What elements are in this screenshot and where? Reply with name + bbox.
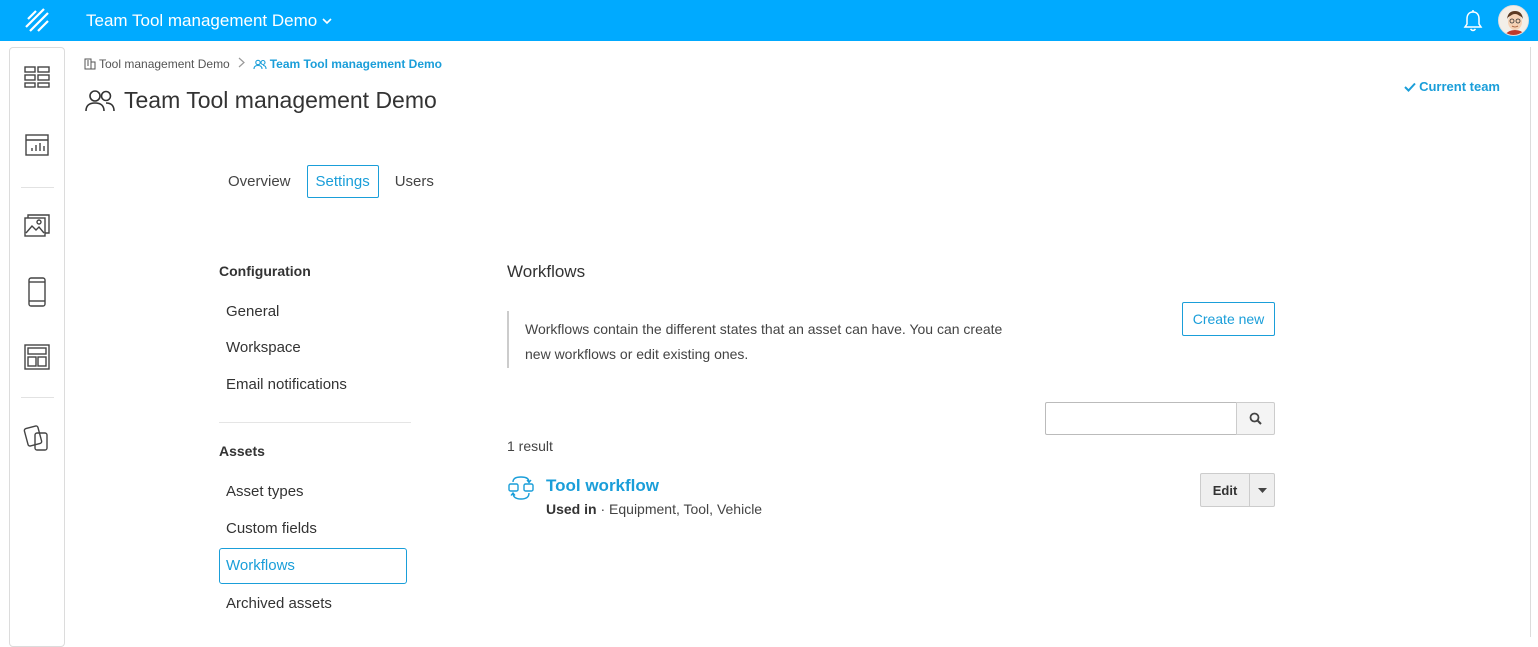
mobile-icon[interactable] (22, 277, 52, 307)
tab-users[interactable]: Users (386, 165, 443, 198)
gallery-icon[interactable] (22, 211, 52, 241)
tab-bar: Overview Settings Users (219, 165, 450, 198)
tab-overview[interactable]: Overview (219, 165, 300, 198)
team-icon (253, 59, 267, 69)
breadcrumb-label: Team Tool management Demo (269, 57, 442, 71)
menu-item-asset-types[interactable]: Asset types (219, 474, 407, 510)
edit-split-button: Edit (1200, 473, 1275, 507)
menu-item-archived-assets[interactable]: Archived assets (219, 586, 407, 622)
menu-item-general[interactable]: General (219, 294, 407, 330)
reports-icon[interactable] (22, 130, 52, 160)
menu-divider (219, 422, 411, 423)
result-count: 1 result (507, 438, 553, 454)
menu-item-workflows[interactable]: Workflows (219, 548, 407, 584)
breadcrumb-label: Tool management Demo (99, 57, 230, 71)
menu-item-custom-fields[interactable]: Custom fields (219, 511, 407, 547)
workflow-name-link[interactable]: Tool workflow (546, 476, 659, 496)
devices-icon[interactable] (22, 423, 52, 453)
breadcrumb-item-team[interactable]: Team Tool management Demo (253, 57, 442, 71)
search-input[interactable] (1045, 402, 1237, 435)
top-bar: Team Tool management Demo (0, 0, 1538, 41)
section-title: Workflows (507, 262, 586, 281)
used-in-label: Used in (546, 501, 597, 517)
used-in-separator: · (596, 501, 610, 517)
right-panel-edge (1530, 47, 1538, 637)
breadcrumb: Tool management Demo Team Tool managemen… (84, 57, 442, 71)
building-icon (84, 58, 96, 70)
edit-dropdown-toggle[interactable] (1250, 474, 1274, 506)
workflow-icon (508, 476, 534, 500)
create-new-button[interactable]: Create new (1182, 302, 1275, 336)
logo-icon[interactable] (22, 5, 52, 35)
check-icon (1404, 82, 1416, 92)
current-team-indicator: Current team (1404, 79, 1500, 94)
search-icon (1249, 412, 1262, 425)
rail-divider (21, 397, 54, 398)
description-callout: Workflows contain the different states t… (507, 311, 1047, 368)
team-switcher[interactable]: Team Tool management Demo (86, 0, 332, 41)
rail-divider (21, 187, 54, 188)
workflow-usage: Used in · Equipment, Tool, Vehicle (546, 501, 762, 517)
breadcrumb-item-workspace[interactable]: Tool management Demo (84, 57, 230, 71)
description-line: Workflows contain the different states t… (525, 321, 1003, 337)
menu-item-workspace[interactable]: Workspace (219, 330, 407, 366)
layout-icon[interactable] (22, 342, 52, 372)
left-navigation-rail (9, 47, 65, 647)
menu-item-email-notifications[interactable]: Email notifications (219, 367, 407, 403)
avatar[interactable] (1498, 5, 1529, 36)
menu-heading-assets: Assets (219, 443, 265, 459)
team-icon (85, 89, 115, 111)
current-team-label: Current team (1419, 79, 1500, 94)
edit-button[interactable]: Edit (1201, 474, 1250, 506)
bell-icon[interactable] (1462, 9, 1484, 33)
used-in-value: Equipment, Tool, Vehicle (609, 501, 763, 517)
page-title-text: Team Tool management Demo (124, 87, 437, 113)
caret-down-icon (1257, 487, 1267, 493)
tab-settings[interactable]: Settings (306, 165, 379, 198)
team-switcher-label: Team Tool management Demo (86, 10, 318, 30)
chevron-right-icon (238, 57, 245, 71)
description-line: new workflows or edit existing ones. (525, 346, 749, 362)
chevron-down-icon (322, 16, 332, 28)
search-button[interactable] (1236, 402, 1275, 435)
dashboard-icon[interactable] (22, 62, 52, 92)
page-title: Team Tool management Demo (84, 87, 437, 114)
menu-heading-configuration: Configuration (219, 263, 311, 279)
